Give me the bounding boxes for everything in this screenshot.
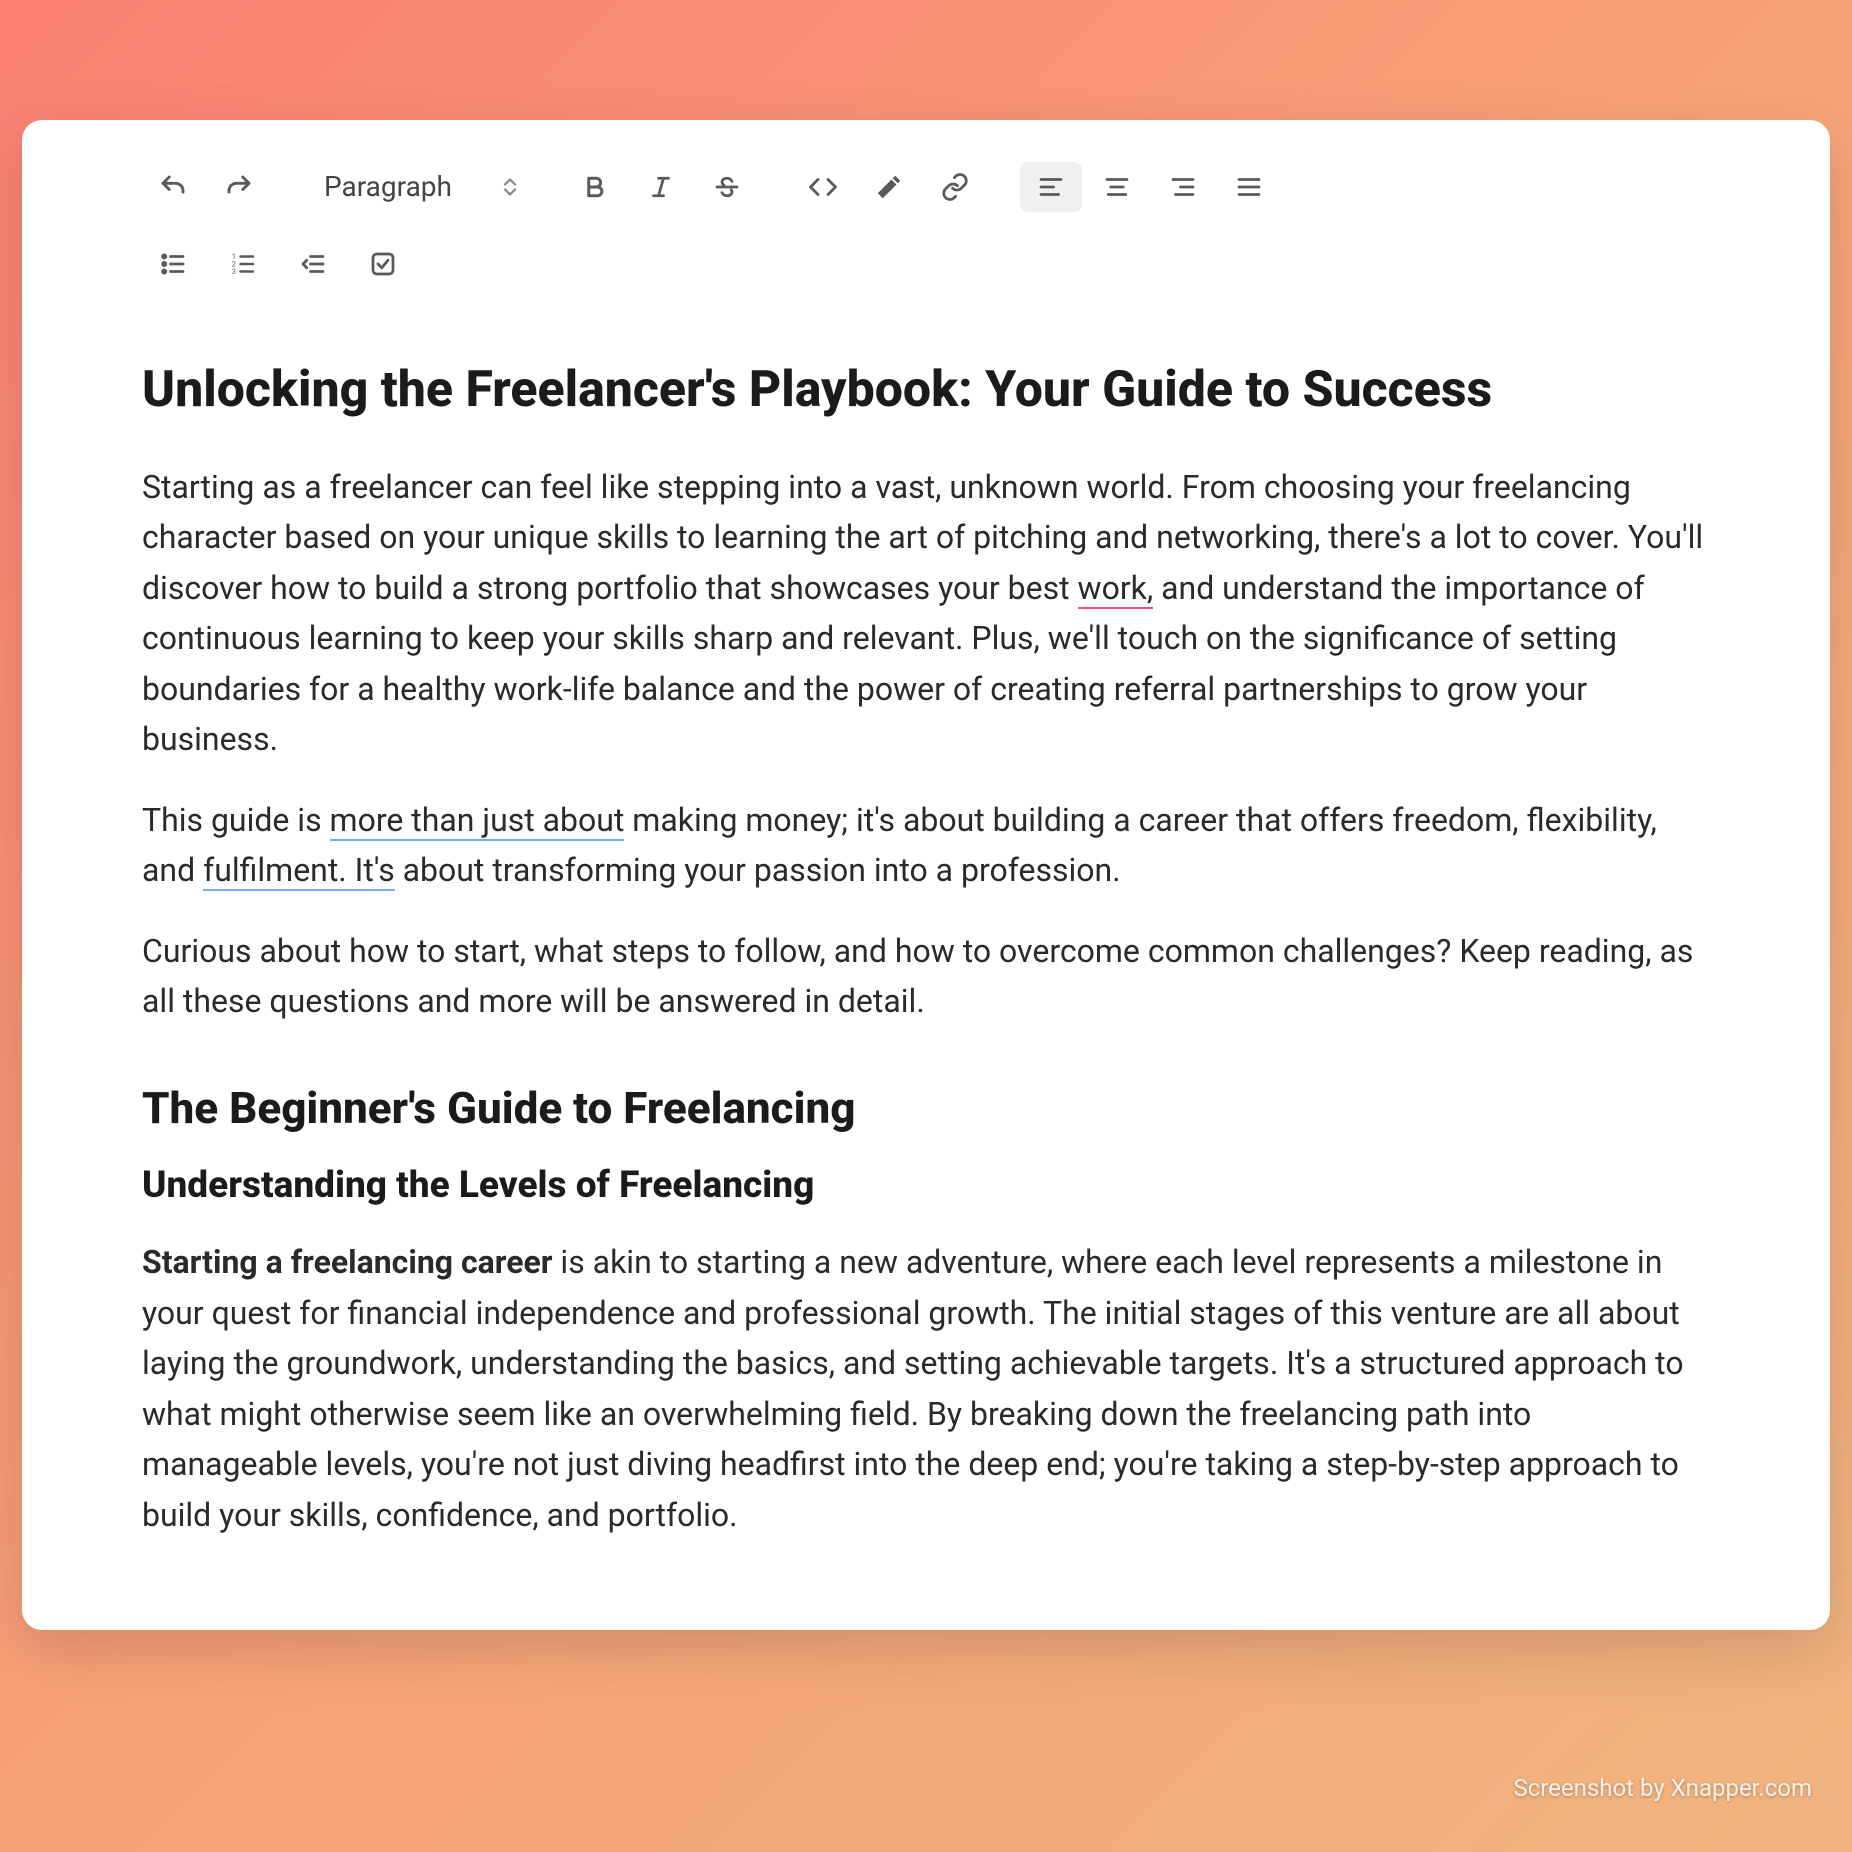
redo-button[interactable]: [208, 162, 270, 212]
outdent-icon: [298, 249, 328, 279]
bullet-list-icon: [158, 249, 188, 279]
link-button[interactable]: [924, 162, 986, 212]
inline-format-group: [564, 162, 758, 212]
paragraph-3[interactable]: Curious about how to start, what steps t…: [142, 926, 1710, 1027]
toolbar: Paragraph: [22, 160, 1830, 319]
outdent-button[interactable]: [282, 239, 344, 289]
code-icon: [808, 172, 838, 202]
italic-button[interactable]: [630, 162, 692, 212]
align-group: [1020, 162, 1280, 212]
italic-icon: [646, 172, 676, 202]
align-left-icon: [1036, 172, 1066, 202]
grammar-suggestion[interactable]: more than just about: [330, 801, 625, 841]
undo-button[interactable]: [142, 162, 204, 212]
bold-text: Starting a freelancing career: [142, 1243, 552, 1281]
code-button[interactable]: [792, 162, 854, 212]
grammar-suggestion[interactable]: fulfilment. It's: [203, 851, 395, 891]
align-center-button[interactable]: [1086, 162, 1148, 212]
grammar-suggestion[interactable]: work,: [1078, 569, 1154, 609]
redo-icon: [224, 172, 254, 202]
align-right-icon: [1168, 172, 1198, 202]
link-icon: [940, 172, 970, 202]
undo-icon: [158, 172, 188, 202]
watermark: Screenshot by Xnapper.com: [1513, 1774, 1812, 1802]
paragraph-select-label: Paragraph: [324, 170, 452, 203]
heading-2[interactable]: The Beginner's Guide to Freelancing: [142, 1082, 1710, 1134]
align-center-icon: [1102, 172, 1132, 202]
task-list-button[interactable]: [352, 239, 414, 289]
editor-window: Paragraph: [22, 120, 1830, 1630]
toolbar-second-row: 123: [142, 239, 1710, 289]
strike-button[interactable]: [696, 162, 758, 212]
align-justify-button[interactable]: [1218, 162, 1280, 212]
ordered-list-icon: 123: [228, 249, 258, 279]
paragraph-4[interactable]: Starting a freelancing career is akin to…: [142, 1237, 1710, 1540]
block-type-group: Paragraph: [304, 160, 530, 213]
document-content[interactable]: Unlocking the Freelancer's Playbook: You…: [22, 319, 1830, 1540]
svg-text:3: 3: [232, 267, 236, 276]
paragraph-2[interactable]: This guide is more than just about makin…: [142, 795, 1710, 896]
paragraph-select[interactable]: Paragraph: [304, 160, 530, 213]
heading-1[interactable]: Unlocking the Freelancer's Playbook: You…: [142, 359, 1710, 422]
align-justify-icon: [1234, 172, 1264, 202]
align-left-button[interactable]: [1020, 162, 1082, 212]
paragraph-1[interactable]: Starting as a freelancer can feel like s…: [142, 462, 1710, 765]
align-right-button[interactable]: [1152, 162, 1214, 212]
insert-group: [792, 162, 986, 212]
chevron-updown-icon: [502, 177, 518, 197]
highlight-button[interactable]: [858, 162, 920, 212]
checkbox-icon: [368, 249, 398, 279]
marker-icon: [874, 172, 904, 202]
ordered-list-button[interactable]: 123: [212, 239, 274, 289]
history-group: [142, 162, 270, 212]
bullet-list-button[interactable]: [142, 239, 204, 289]
bold-button[interactable]: [564, 162, 626, 212]
strikethrough-icon: [712, 172, 742, 202]
heading-3[interactable]: Understanding the Levels of Freelancing: [142, 1164, 1710, 1207]
bold-icon: [580, 172, 610, 202]
